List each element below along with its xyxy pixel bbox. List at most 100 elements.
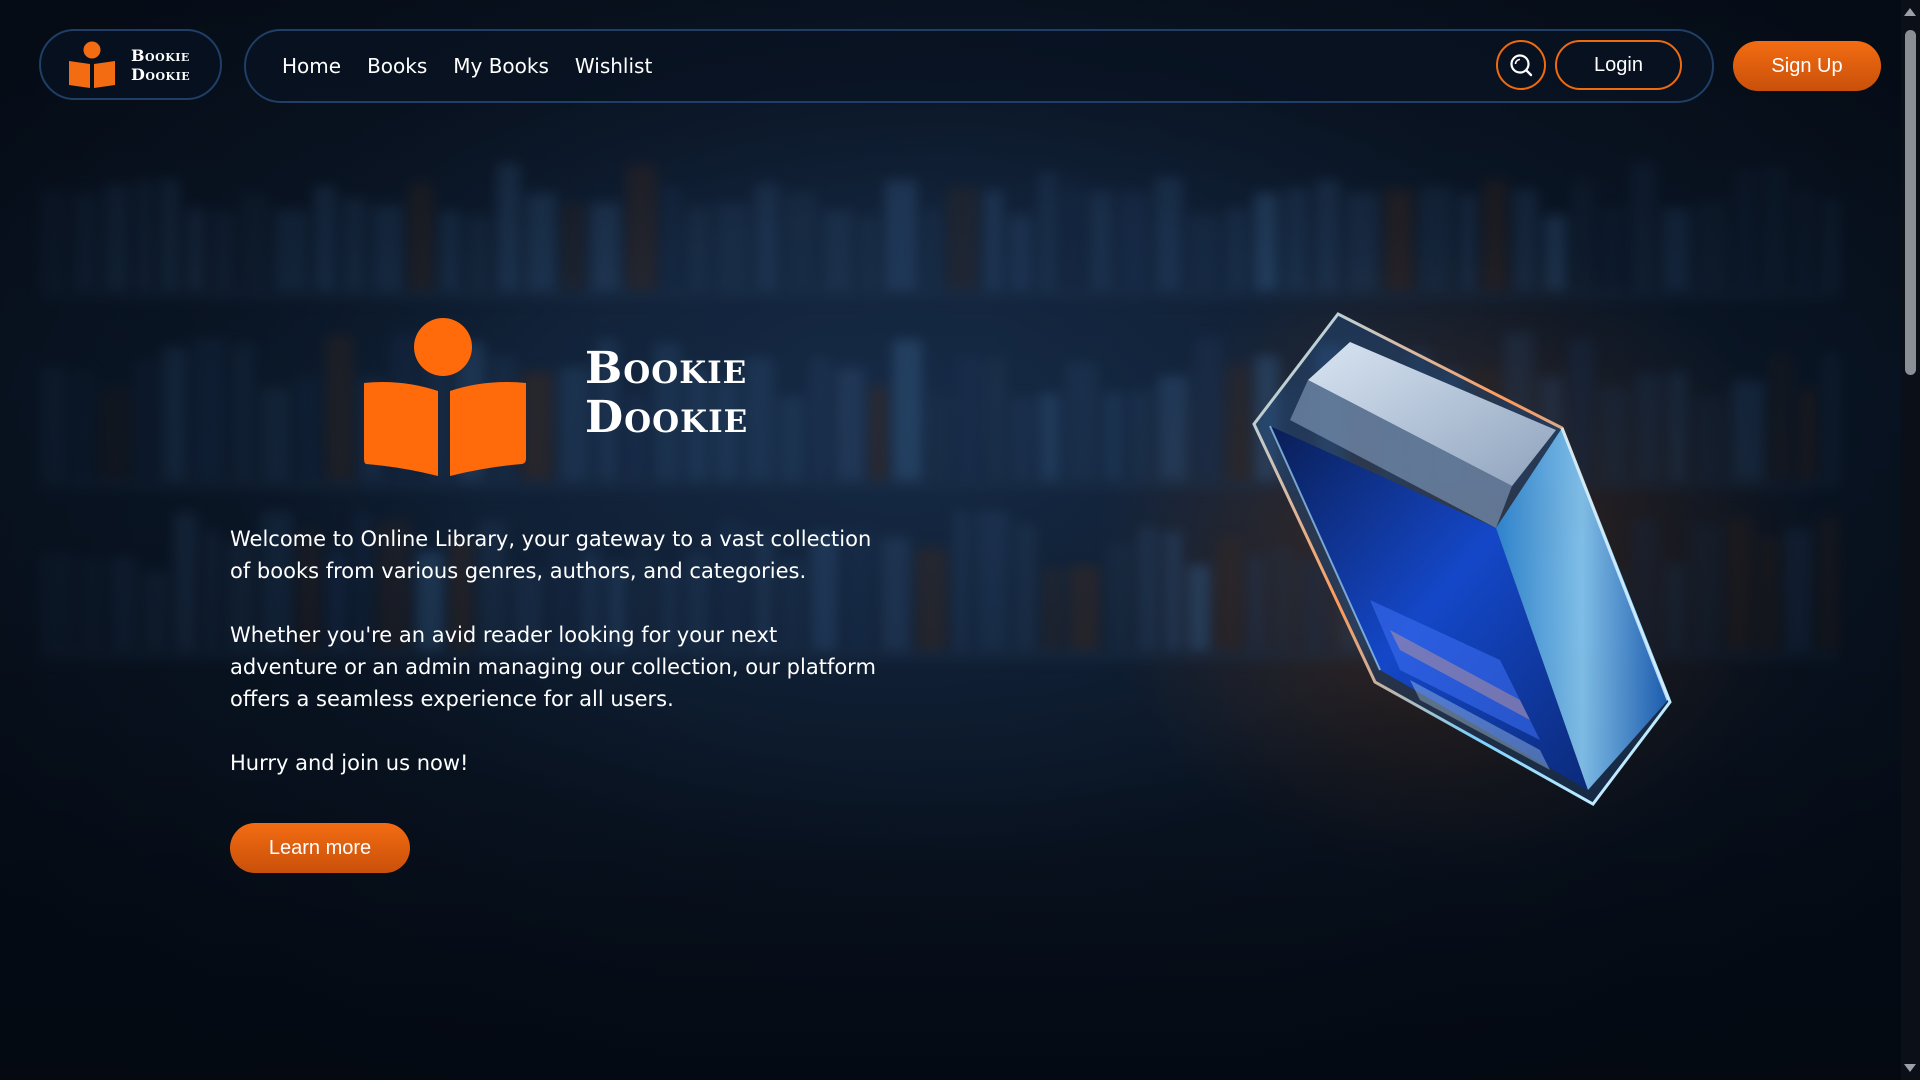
book-spine bbox=[1794, 190, 1817, 290]
book-spine bbox=[922, 209, 942, 290]
hero-title: Bookie Dookie bbox=[585, 344, 748, 442]
book-spine bbox=[134, 180, 154, 290]
book-spine bbox=[915, 548, 947, 650]
book-spine bbox=[1119, 192, 1149, 290]
learn-more-button[interactable]: Learn more bbox=[230, 823, 410, 873]
book-spine bbox=[785, 192, 817, 290]
book-spine bbox=[625, 164, 658, 290]
nav-link-wishlist[interactable]: Wishlist bbox=[575, 54, 652, 78]
book-spine bbox=[1761, 166, 1789, 290]
book-spine bbox=[1284, 188, 1309, 290]
book-spine bbox=[976, 511, 1010, 650]
nav-link-my-books[interactable]: My Books bbox=[453, 54, 549, 78]
book-spine bbox=[296, 379, 320, 480]
book-spine bbox=[686, 206, 711, 290]
logo-text-line2: Dookie bbox=[131, 64, 191, 84]
scroll-up-arrow-icon[interactable] bbox=[1904, 8, 1916, 16]
book-spine bbox=[1822, 353, 1840, 480]
book-spine bbox=[72, 193, 99, 290]
header-logo[interactable]: Bookie Dookie bbox=[39, 29, 222, 100]
book-spine bbox=[1164, 531, 1182, 650]
page: Bookie Dookie Home Books My Books Wishli… bbox=[0, 0, 1920, 1080]
book-spine bbox=[186, 208, 205, 290]
book-spine bbox=[956, 355, 980, 480]
book-spine bbox=[1188, 214, 1220, 290]
book-spine bbox=[822, 211, 854, 290]
book-spine bbox=[210, 211, 236, 290]
book-spine bbox=[1822, 199, 1840, 290]
login-button[interactable]: Login bbox=[1555, 40, 1682, 90]
book-spine bbox=[159, 179, 181, 290]
book-spine bbox=[562, 203, 584, 290]
book-spine bbox=[1758, 537, 1779, 650]
book-spine bbox=[1599, 207, 1625, 290]
book-spine bbox=[1193, 337, 1222, 480]
book-spine bbox=[174, 513, 197, 650]
nav-link-home[interactable]: Home bbox=[282, 54, 341, 78]
book-spine bbox=[142, 571, 169, 650]
book-spine bbox=[985, 357, 1006, 480]
book-spine bbox=[261, 388, 291, 480]
logo-text-line1: Bookie bbox=[131, 45, 190, 65]
navigation-bar: Home Books My Books Wishlist Login bbox=[244, 29, 1714, 103]
logo-text: Bookie Dookie bbox=[131, 46, 190, 84]
book-spine bbox=[778, 397, 805, 480]
book-spine bbox=[342, 198, 366, 290]
book-spine bbox=[835, 368, 864, 480]
book-spine bbox=[325, 335, 353, 480]
book-spine bbox=[1513, 189, 1538, 290]
book-spine bbox=[1769, 355, 1793, 480]
hero-title-line1: Bookie bbox=[585, 343, 748, 394]
book-spine bbox=[947, 187, 978, 290]
book-spine bbox=[40, 367, 67, 480]
book-spine bbox=[1799, 388, 1817, 480]
scroll-thumb[interactable] bbox=[1905, 30, 1916, 375]
book-spine bbox=[202, 529, 221, 650]
book-spine bbox=[1573, 180, 1594, 290]
hero-description: Welcome to Online Library, your gateway … bbox=[230, 523, 890, 811]
book-spine bbox=[231, 343, 256, 480]
search-button[interactable] bbox=[1496, 40, 1546, 90]
book-spine bbox=[1692, 524, 1722, 650]
book-spine bbox=[1630, 162, 1657, 290]
shelf-row bbox=[40, 160, 1840, 290]
book-spine bbox=[497, 163, 520, 290]
book-spine bbox=[663, 186, 681, 290]
book-spine bbox=[1015, 523, 1037, 650]
book-spine bbox=[885, 180, 917, 290]
book-spine bbox=[466, 216, 492, 290]
book-spine bbox=[952, 511, 971, 650]
book-spine bbox=[1543, 215, 1568, 290]
sign-up-button[interactable]: Sign Up bbox=[1733, 41, 1881, 91]
page-scrollbar[interactable] bbox=[1901, 0, 1920, 1080]
book-spine bbox=[754, 184, 780, 290]
nav-link-books[interactable]: Books bbox=[367, 54, 427, 78]
book-spine bbox=[438, 211, 461, 290]
scroll-down-arrow-icon[interactable] bbox=[1904, 1064, 1916, 1072]
book-spine bbox=[409, 183, 433, 290]
book-spine bbox=[893, 340, 923, 480]
book-spine bbox=[1088, 191, 1114, 290]
book-spine bbox=[1254, 193, 1279, 290]
book-spine bbox=[1419, 187, 1453, 290]
book-spine bbox=[313, 186, 337, 290]
book-spine bbox=[1137, 527, 1159, 650]
book-spine bbox=[1731, 381, 1764, 480]
book-spine bbox=[161, 348, 188, 480]
book-spine bbox=[869, 386, 888, 480]
book-spine bbox=[716, 203, 749, 290]
book-spine bbox=[78, 559, 106, 650]
book-spine bbox=[241, 194, 269, 290]
book-spine bbox=[1063, 182, 1083, 290]
hero-title-line2: Dookie bbox=[585, 392, 749, 443]
book-spine bbox=[928, 396, 951, 480]
book-spine bbox=[859, 217, 880, 290]
book-spine bbox=[1346, 192, 1379, 290]
glass-book-illustration bbox=[1240, 300, 1680, 820]
book-spine bbox=[1105, 543, 1132, 650]
hero-paragraph-welcome: Welcome to Online Library, your gateway … bbox=[230, 527, 872, 583]
hero-paragraph-audience: Whether you're an avid reader looking fo… bbox=[230, 623, 876, 711]
book-spine bbox=[1103, 392, 1124, 480]
book-spine bbox=[1727, 519, 1753, 650]
book-spine bbox=[1816, 515, 1841, 650]
